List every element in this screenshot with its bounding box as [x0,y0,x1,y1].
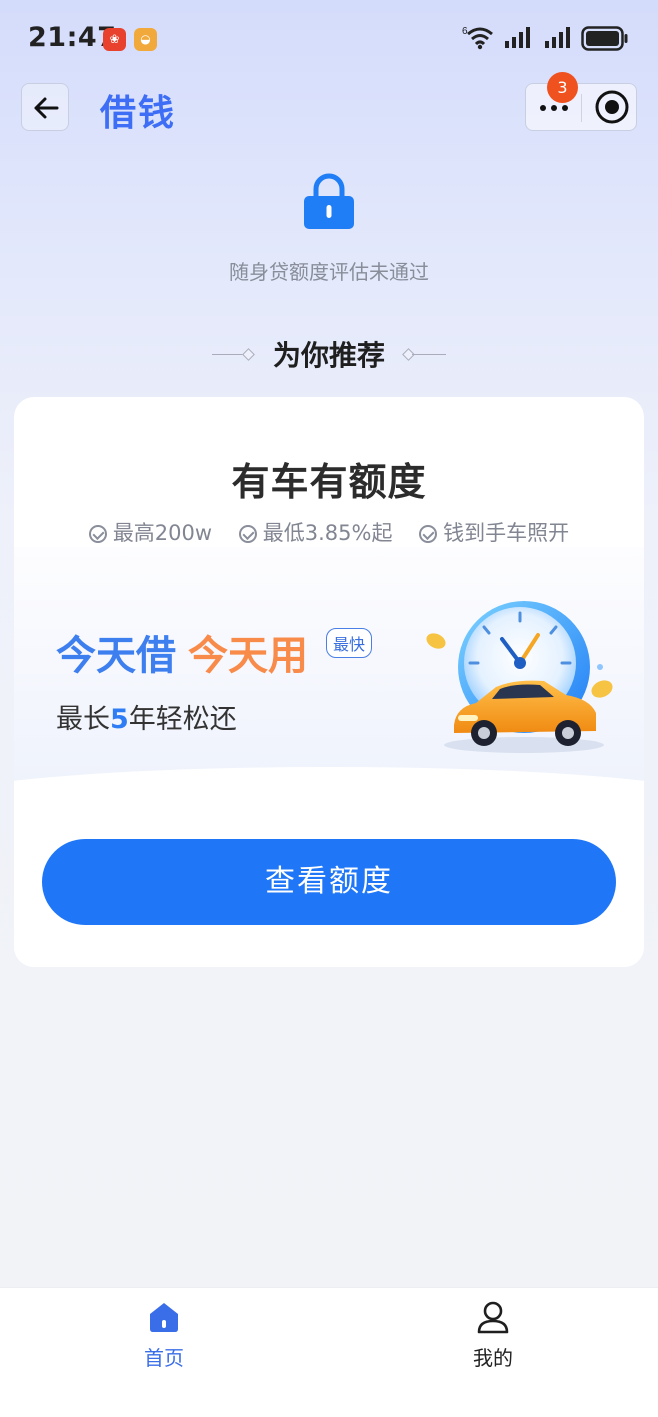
signal-icon [505,27,530,48]
divider-line [412,354,446,355]
page-title: 借钱 [100,93,177,134]
battery-icon [581,26,628,51]
tab-mine[interactable]: 我的 [433,1300,553,1371]
target-circle-icon [595,90,629,124]
feature-item: 最高200w [88,517,212,547]
feature-item: 钱到手车照开 [419,517,569,547]
view-quota-button[interactable]: 查看额度 [42,839,616,925]
car-speedometer-illustration [426,601,613,753]
douyin-shop-icon: ❀ [103,28,126,51]
feature-list: 最高200w 最低3.85%起 钱到手车照开 [14,517,644,547]
slogan-part1: 今天借 [56,633,176,679]
arrow-left-icon [34,97,59,119]
slogan-part2: 今天用 [188,633,308,679]
slogan: 今天借 今天用 [56,623,308,681]
status-bar: 21:47 ❀ ◒ 6 [0,0,658,80]
close-mini-program-button[interactable] [582,84,637,130]
card-title: 有车有额度 [231,460,427,504]
back-button[interactable] [21,83,69,131]
repayment-subline: 最长5年轻松还 [56,704,237,735]
check-circle-icon [88,525,107,543]
lock-icon [304,173,354,229]
bottom-tabbar: 首页 我的 [0,1287,658,1417]
home-icon [150,1303,178,1332]
svg-text:6: 6 [462,26,468,37]
recommend-title: 为你推荐 [272,339,385,372]
product-card[interactable]: 有车有额度 最高200w 最低3.85%起 钱到手车照开 今天借 今天用 最快 最… [14,397,644,967]
notification-app-icon: ◒ [134,28,157,51]
tab-home-label: 首页 [144,1346,184,1370]
check-circle-icon [419,525,438,543]
user-icon [477,1301,509,1334]
wifi-6-icon: 6 [462,26,493,50]
more-dots-icon [540,105,546,111]
recommend-section-header: 为你推荐 [0,334,658,374]
tab-mine-label: 我的 [473,1346,513,1370]
tab-home[interactable]: 首页 [104,1300,224,1371]
status-notice-text: 随身贷额度评估未通过 [229,260,429,284]
feature-item: 最低3.85%起 [238,517,392,547]
mini-program-capsule [525,83,637,131]
fastest-badge: 最快 [326,628,373,658]
notification-badge: 3 [547,72,578,103]
check-circle-icon [238,525,257,543]
signal-icon [545,27,570,48]
